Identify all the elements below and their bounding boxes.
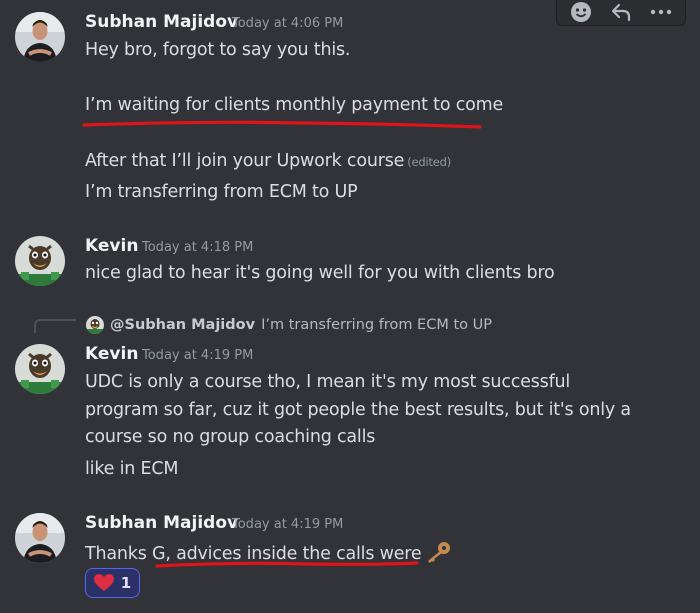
message-text: nice glad to hear it's going well for yo… [85,263,555,283]
message-text: I’m transferring from ECM to UP [85,182,358,202]
message-timestamp: Today at 4:19 PM [142,348,254,363]
reaction-heart-button[interactable]: 1 [85,568,140,598]
message-author[interactable]: Subhan Majidov [85,12,238,32]
more-icon [650,9,672,15]
message-text: course so no group coaching calls [85,427,376,447]
edited-label: (edited) [407,155,452,169]
message-text: program so far, cuz it got people the be… [85,400,631,420]
message-author[interactable]: Kevin [85,344,138,364]
message-author[interactable]: Kevin [85,236,138,256]
message-text: After that I’ll join your Upwork course(… [85,151,451,171]
reply-icon [611,3,631,22]
avatar[interactable] [15,12,65,62]
message-text: like in ECM [85,459,179,479]
heart-icon [93,574,114,591]
message-timestamp: Today at 4:19 PM [232,517,344,532]
avatar[interactable] [15,344,65,394]
reply-mention[interactable]: @Subhan Majidov [110,317,255,333]
avatar[interactable] [15,513,65,563]
reply-preview-text[interactable]: I’m transferring from ECM to UP [261,317,492,333]
red-underline-annotation [82,120,482,129]
reply-reference[interactable]: @Subhan Majidov I’m transferring from EC… [86,316,492,334]
message-text-content: After that I’ll join your Upwork course [85,151,405,171]
message-timestamp: Today at 4:18 PM [142,240,254,255]
avatar[interactable] [15,236,65,286]
add-reaction-icon [571,2,591,22]
reply-button[interactable] [606,0,636,24]
message-text: Hey bro, forgot to say you this. [85,40,351,60]
message-timestamp: Today at 4:06 PM [232,16,344,31]
reply-avatar [86,316,104,334]
red-underline-annotation [155,561,419,568]
message-text: UDC is only a course tho, I mean it's my… [85,372,571,392]
reply-connector [34,319,76,333]
message-author[interactable]: Subhan Majidov [85,513,238,533]
reaction-count: 1 [120,574,132,592]
add-reaction-button[interactable] [566,0,596,24]
message-text: I’m waiting for clients monthly payment … [85,95,504,115]
more-options-button[interactable] [646,0,676,24]
message-hover-toolbar [556,0,686,26]
